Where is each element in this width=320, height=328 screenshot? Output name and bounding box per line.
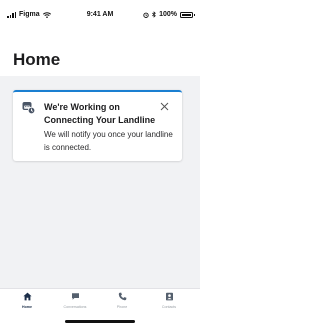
tab-conversations[interactable]: Conversations: [55, 292, 95, 314]
notice-title: We're Working on Connecting Your Landlin…: [44, 102, 156, 125]
tab-label-contacts: Contacts: [161, 305, 177, 309]
contact-card-icon: [165, 292, 173, 301]
battery-percent: 100%: [159, 11, 177, 18]
phone-icon: [118, 292, 126, 301]
close-icon[interactable]: [160, 102, 169, 111]
main-content: We're Working on Connecting Your Landlin…: [0, 76, 200, 288]
page-title: Home: [13, 50, 61, 69]
landline-status-card: We're Working on Connecting Your Landlin…: [13, 90, 182, 161]
status-bar: Figma 9:41 AM 100%: [0, 0, 200, 28]
phone-in-progress-icon: [22, 102, 35, 114]
alarm-icon: [143, 12, 149, 18]
tab-home[interactable]: Home: [7, 292, 47, 314]
tab-label-conversations: Conversations: [63, 305, 87, 309]
bluetooth-icon: [152, 11, 156, 18]
tab-contacts[interactable]: Contacts: [149, 292, 189, 314]
home-indicator: [65, 320, 135, 323]
tab-phone[interactable]: Phone: [102, 292, 142, 314]
tab-label-home: Home: [22, 305, 32, 309]
status-right: 100%: [143, 11, 195, 18]
chat-bubble-icon: [71, 293, 79, 300]
battery-level: [182, 13, 191, 16]
tab-label-phone: Phone: [116, 305, 128, 309]
home-icon: [22, 292, 32, 301]
battery-icon: [180, 11, 195, 18]
notice-body: We will notify you once your landline is…: [44, 130, 173, 152]
